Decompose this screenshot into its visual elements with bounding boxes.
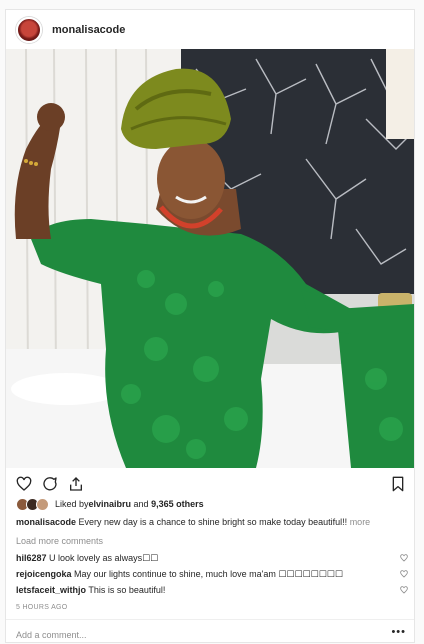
add-comment-input[interactable]: Add a comment...: [16, 630, 87, 640]
avatar[interactable]: [16, 16, 42, 43]
comment-row: rejoicengoka May our lights continue to …: [16, 567, 408, 581]
liker-avatars: [16, 497, 49, 511]
small-heart-icon[interactable]: [400, 586, 408, 594]
avatar[interactable]: [36, 497, 49, 511]
caption-text: Every new day is a chance to shine brigh…: [76, 517, 350, 527]
likes-summary: Liked by elvinaibru and 9,365 others: [16, 495, 204, 513]
comment-row: hil6287 U look lovely as always☐☐: [16, 551, 408, 565]
comment-username[interactable]: hil6287: [16, 553, 47, 563]
comment-text: This is so beautiful!: [86, 585, 166, 595]
caption-username[interactable]: monalisacode: [16, 517, 76, 527]
post-photo-illustration: [6, 49, 414, 468]
post-photo[interactable]: [6, 49, 414, 468]
likes-middle: and: [131, 499, 152, 509]
share-icon[interactable]: [68, 476, 84, 492]
action-bar: [6, 468, 414, 498]
likes-count-link[interactable]: 9,365 others: [151, 499, 204, 509]
load-more-comments-button[interactable]: Load more comments: [16, 536, 103, 546]
post-timestamp[interactable]: 5 HOURS AGO: [16, 604, 68, 611]
likes-prefix: Liked by: [55, 499, 89, 509]
small-heart-icon[interactable]: [400, 554, 408, 562]
comment-row: letsfaceit_withjo This is so beautiful!: [16, 583, 408, 597]
liked-by-user-link[interactable]: elvinaibru: [89, 499, 132, 509]
comment-icon[interactable]: [42, 476, 58, 492]
divider: [6, 619, 414, 620]
heart-icon[interactable]: [16, 476, 32, 492]
bookmark-icon[interactable]: [390, 476, 406, 492]
comment-username[interactable]: rejoicengoka: [16, 569, 72, 579]
caption: monalisacode Every new day is a chance t…: [16, 516, 408, 529]
more-options-button[interactable]: •••: [391, 626, 406, 638]
comment-text: May our lights continue to shine, much l…: [71, 569, 343, 579]
post-card: monalisacode Liked by elvinaibru and 9,3…: [5, 9, 415, 643]
small-heart-icon[interactable]: [400, 570, 408, 578]
comment-text: U look lovely as always☐☐: [46, 553, 159, 563]
post-username[interactable]: monalisacode: [52, 24, 125, 36]
post-header: monalisacode: [6, 10, 414, 49]
caption-more-link[interactable]: more: [350, 517, 371, 527]
comment-username[interactable]: letsfaceit_withjo: [16, 585, 86, 595]
